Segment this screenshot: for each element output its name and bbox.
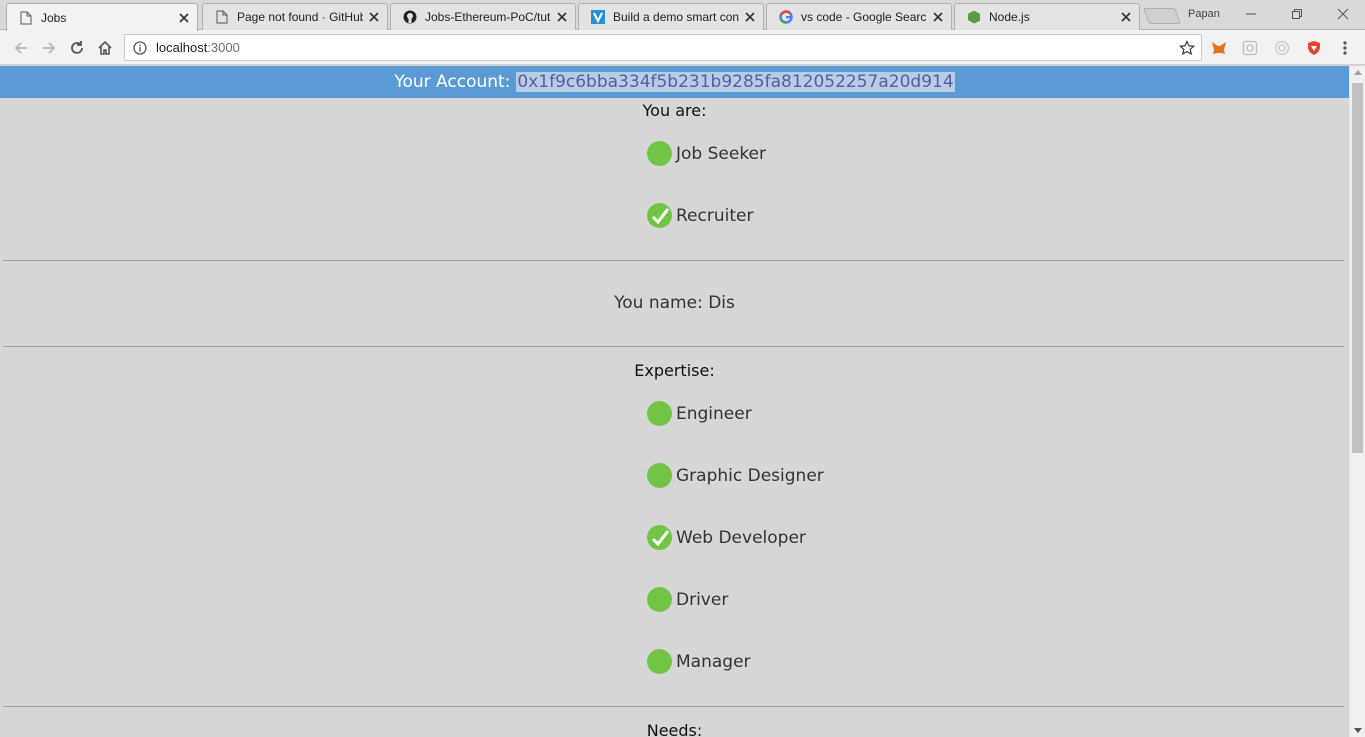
reload-icon[interactable] — [66, 37, 88, 59]
window-close-icon[interactable] — [1330, 4, 1356, 24]
shield-icon[interactable] — [1305, 39, 1323, 57]
tab-github-repo[interactable]: Jobs-Ethereum-PoC/tuto — [390, 3, 576, 30]
role-option-job-seeker[interactable]: Job Seeker — [647, 141, 766, 166]
browser-toolbar: localhost:3000 — [0, 30, 1365, 65]
page-content: Your Account: 0x1f9c6bba334f5b231b9285fa… — [0, 66, 1349, 737]
url-host: localhost — [156, 40, 208, 55]
expertise-option-graphic-designer[interactable]: Graphic Designer — [647, 463, 824, 488]
expertise-option-engineer[interactable]: Engineer — [647, 401, 752, 426]
divider — [3, 346, 1344, 347]
extension-gear-icon[interactable] — [1241, 39, 1259, 57]
tab-nodejs[interactable]: Node.js — [954, 3, 1140, 30]
bookmark-star-icon[interactable] — [1178, 39, 1196, 56]
close-icon[interactable] — [931, 10, 945, 24]
address-bar[interactable]: localhost:3000 — [124, 34, 1202, 61]
needs-section-title: Needs: — [646, 721, 703, 737]
close-icon[interactable] — [1119, 10, 1133, 24]
expertise-section-title: Expertise: — [634, 361, 715, 380]
nodejs-icon — [967, 10, 981, 24]
url-text[interactable]: localhost:3000 — [156, 40, 240, 55]
expertise-label: Manager — [676, 651, 751, 672]
close-icon[interactable] — [177, 11, 191, 25]
close-icon[interactable] — [743, 10, 757, 24]
radio-unchecked-icon[interactable] — [647, 463, 672, 488]
tab-page-not-found[interactable]: Page not found · GitHub — [202, 3, 388, 30]
scroll-up-arrow-icon[interactable] — [1354, 70, 1362, 75]
tab-title: Jobs — [41, 10, 67, 25]
google-icon — [779, 10, 793, 24]
expertise-label: Web Developer — [676, 527, 806, 548]
user-name-text: You name: Dis — [614, 293, 735, 313]
github-icon — [403, 10, 417, 24]
tab-build-demo[interactable]: Build a demo smart cont — [578, 3, 764, 30]
forward-arrow-icon[interactable] — [38, 37, 60, 59]
radio-checked-icon[interactable] — [647, 203, 672, 228]
tab-jobs[interactable]: Jobs — [6, 3, 198, 31]
role-label: Job Seeker — [676, 143, 767, 164]
page-icon — [19, 11, 33, 25]
restore-icon[interactable] — [1284, 4, 1310, 24]
profile-name[interactable]: Papan — [1188, 8, 1220, 20]
role-option-recruiter[interactable]: Recruiter — [647, 203, 753, 228]
tab-google-search[interactable]: vs code - Google Search — [766, 3, 952, 30]
back-arrow-icon[interactable] — [10, 37, 32, 59]
close-icon[interactable] — [367, 10, 381, 24]
expertise-label: Graphic Designer — [676, 465, 824, 486]
close-icon[interactable] — [555, 10, 569, 24]
home-icon[interactable] — [94, 37, 116, 59]
url-port: :3000 — [207, 40, 240, 55]
account-label: Your Account: — [394, 72, 511, 92]
divider — [3, 260, 1344, 261]
radio-unchecked-icon[interactable] — [647, 141, 672, 166]
metamask-fox-icon[interactable] — [1210, 39, 1228, 57]
tab-title: Node.js — [989, 10, 1030, 24]
tab-title: vs code - Google Search — [801, 10, 927, 24]
tab-strip: Jobs Page not found · GitHub Jobs-Ethere… — [0, 0, 1365, 31]
role-section-title: You are: — [642, 101, 707, 120]
extension-circle-icon[interactable] — [1273, 39, 1291, 57]
info-icon[interactable] — [133, 40, 147, 55]
scrollbar-thumb[interactable] — [1352, 83, 1363, 453]
role-label: Recruiter — [676, 205, 754, 226]
radio-unchecked-icon[interactable] — [647, 587, 672, 612]
menu-kebab-icon[interactable] — [1336, 39, 1354, 57]
tab-title: Page not found · GitHub — [237, 10, 363, 24]
minimize-icon[interactable] — [1238, 4, 1264, 24]
tab-title: Jobs-Ethereum-PoC/tuto — [425, 10, 551, 24]
radio-unchecked-icon[interactable] — [647, 401, 672, 426]
radio-checked-icon[interactable] — [647, 525, 672, 550]
new-tab-button[interactable] — [1143, 8, 1181, 24]
expertise-option-web-developer[interactable]: Web Developer — [647, 525, 806, 550]
vertical-scrollbar[interactable] — [1349, 66, 1365, 737]
expertise-option-driver[interactable]: Driver — [647, 587, 728, 612]
page-icon — [215, 10, 229, 24]
account-bar: Your Account: 0x1f9c6bba334f5b231b9285fa… — [0, 66, 1349, 98]
scroll-down-arrow-icon[interactable] — [1354, 728, 1362, 733]
divider — [3, 706, 1344, 707]
account-address: 0x1f9c6bba334f5b231b9285fa812052257a20d9… — [516, 72, 955, 92]
bookmark-logo-icon — [591, 10, 605, 24]
tab-title: Build a demo smart cont — [613, 10, 739, 24]
expertise-label: Engineer — [676, 403, 752, 424]
radio-unchecked-icon[interactable] — [647, 649, 672, 674]
expertise-label: Driver — [676, 589, 729, 610]
expertise-option-manager[interactable]: Manager — [647, 649, 751, 674]
